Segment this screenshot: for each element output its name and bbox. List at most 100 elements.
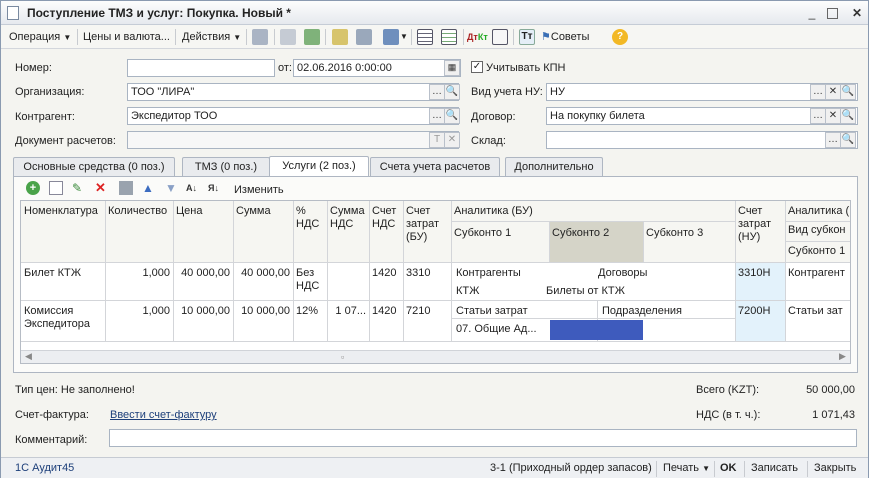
maximize-icon[interactable]	[827, 8, 838, 19]
cell-vat-account[interactable]: 1420	[369, 265, 403, 282]
header-price[interactable]: Цена	[173, 203, 233, 220]
cell-analytics-2-type[interactable]: Подразделения	[599, 303, 735, 320]
move-down-icon[interactable]: ▼	[165, 181, 179, 195]
close-button[interactable]: Закрыть	[814, 462, 856, 474]
cell-analytics-1-type[interactable]: Контрагенты	[453, 265, 593, 282]
search-icon[interactable]: 🔍	[840, 132, 856, 148]
chevron-down-icon[interactable]: ▼	[400, 29, 408, 45]
move-up-icon[interactable]: ▲	[142, 181, 156, 195]
clear-icon[interactable]: ✕	[444, 132, 460, 148]
close-icon[interactable]: ✕	[849, 5, 865, 21]
scroll-thumb[interactable]: ▫	[341, 352, 344, 362]
header-cost-account-nu[interactable]: Счет затрат (НУ)	[735, 203, 785, 246]
calendar-icon[interactable]: ▦	[444, 60, 460, 76]
search-icon[interactable]: 🔍	[840, 108, 856, 124]
save-button[interactable]: Записать	[751, 462, 798, 474]
header-vat-sum[interactable]: Сумма НДС	[327, 203, 369, 233]
kpn-checkbox[interactable]: ✓	[471, 61, 483, 73]
post-document-icon[interactable]	[332, 29, 348, 45]
search-icon[interactable]: 🔍	[444, 108, 460, 124]
cell-sum[interactable]: 40 000,00	[233, 265, 293, 282]
cell-vat-pct[interactable]: Без НДС	[293, 265, 327, 295]
cell-cost-account-nu[interactable]: 3310Н	[735, 265, 785, 282]
report-icon[interactable]	[492, 29, 508, 45]
header-subconto-1-nu[interactable]: Субконто 1	[785, 243, 850, 260]
structure-icon[interactable]	[417, 29, 433, 45]
help-icon[interactable]: ?	[612, 29, 628, 45]
header-subconto-3[interactable]: Субконто 3	[643, 225, 735, 242]
cell-sum[interactable]: 10 000,00	[233, 303, 293, 320]
org-input[interactable]: ТОО "ЛИРА"	[127, 83, 459, 101]
header-cost-account[interactable]: Счет затрат (БУ)	[403, 203, 451, 246]
cell-price[interactable]: 10 000,00	[173, 303, 233, 320]
edit-row-icon[interactable]: ✎	[72, 181, 86, 195]
select-button[interactable]: …	[429, 84, 445, 100]
header-vat-pct[interactable]: % НДС	[293, 203, 327, 233]
header-nomenclature[interactable]: Номенклатура	[21, 203, 105, 220]
scroll-left-icon[interactable]: ◀	[25, 351, 32, 362]
copy-icon[interactable]	[280, 29, 296, 45]
tab-fixed-assets[interactable]: Основные средства (0 поз.)	[13, 157, 175, 176]
cell-vat-pct[interactable]: 12%	[293, 303, 327, 320]
header-analytics-bu[interactable]: Аналитика (БУ)	[451, 203, 735, 220]
cell-quantity[interactable]: 1,000	[105, 265, 173, 282]
tab-additional[interactable]: Дополнительно	[505, 157, 603, 176]
select-button[interactable]: …	[810, 108, 826, 124]
clear-icon[interactable]: ✕	[825, 84, 841, 100]
invoice-link[interactable]: Ввести счет-фактуру	[110, 409, 217, 421]
select-button[interactable]: …	[810, 84, 826, 100]
advice-button[interactable]: ⚑Советы	[541, 29, 589, 45]
comment-input[interactable]	[109, 429, 857, 447]
cell-analytics-1-type[interactable]: Статьи затрат	[453, 303, 597, 320]
text-type-icon[interactable]: T	[429, 132, 445, 148]
cell-analytics-nu[interactable]: Статьи зат	[785, 303, 850, 320]
header-vat-account[interactable]: Счет НДС	[369, 203, 403, 233]
cell-vat-sum[interactable]: 1 07...	[327, 303, 369, 320]
tab-services[interactable]: Услуги (2 поз.)	[269, 156, 369, 177]
ok-button[interactable]: OK	[720, 462, 737, 474]
end-edit-icon[interactable]	[119, 181, 133, 195]
tt-icon[interactable]: Tт	[519, 29, 535, 45]
cell-analytics-1-value[interactable]: 07. Общие Ад...	[453, 321, 549, 338]
print-button[interactable]: Печать ▼	[663, 462, 710, 474]
cell-analytics-2-type[interactable]: Договоры	[595, 265, 735, 282]
search-icon[interactable]: 🔍	[840, 84, 856, 100]
header-subconto-2[interactable]: Субконто 2	[549, 225, 643, 242]
delete-row-icon[interactable]: ✕	[95, 181, 109, 195]
minimize-icon[interactable]: _	[804, 5, 820, 21]
sort-ascending-icon[interactable]: А↓	[186, 181, 200, 195]
add-icon[interactable]	[252, 29, 268, 45]
cell-nomenclature[interactable]: Билет КТЖ	[21, 265, 105, 282]
clear-icon[interactable]: ✕	[825, 108, 841, 124]
header-subconto-type[interactable]: Вид субкон	[785, 222, 850, 239]
scroll-right-icon[interactable]: ▶	[839, 351, 846, 362]
unpost-document-icon[interactable]	[356, 29, 372, 45]
cell-cost-account[interactable]: 7210	[403, 303, 451, 320]
cell-quantity[interactable]: 1,000	[105, 303, 173, 320]
sort-descending-icon[interactable]: Я↓	[208, 181, 222, 195]
actions-menu[interactable]: Действия ▼	[182, 29, 241, 45]
cell-analytics-nu[interactable]: Контрагент	[785, 265, 850, 282]
print-form-select[interactable]: 3-1 (Приходный ордер запасов)	[490, 462, 652, 474]
cell-analytics-2-value[interactable]: Билеты от КТЖ	[543, 283, 735, 300]
settlement-input[interactable]	[127, 131, 459, 149]
select-button[interactable]: …	[825, 132, 841, 148]
header-subconto-1[interactable]: Субконто 1	[451, 225, 549, 242]
selected-cell[interactable]	[550, 320, 643, 340]
tab-settlement-accounts[interactable]: Счета учета расчетов	[370, 157, 500, 176]
date-input[interactable]: 02.06.2016 0:00:00	[293, 59, 461, 77]
cell-vat-account[interactable]: 1420	[369, 303, 403, 320]
based-on-icon[interactable]	[383, 29, 399, 45]
search-icon[interactable]: 🔍	[444, 84, 460, 100]
prices-button[interactable]: Цены и валюта...	[83, 29, 170, 45]
add-row-icon[interactable]: +	[26, 181, 40, 195]
header-quantity[interactable]: Количество	[105, 203, 173, 220]
cell-nomenclature[interactable]: Комиссия Экспедитора	[21, 303, 105, 333]
select-button[interactable]: …	[429, 108, 445, 124]
copy-row-icon[interactable]	[49, 181, 63, 195]
cell-analytics-1-value[interactable]: КТЖ	[453, 283, 543, 300]
header-analytics-nu[interactable]: Аналитика (	[785, 203, 850, 220]
edit-button[interactable]: Изменить	[234, 182, 284, 198]
header-sum[interactable]: Сумма	[233, 203, 293, 220]
operation-menu[interactable]: Операция ▼	[9, 29, 71, 45]
